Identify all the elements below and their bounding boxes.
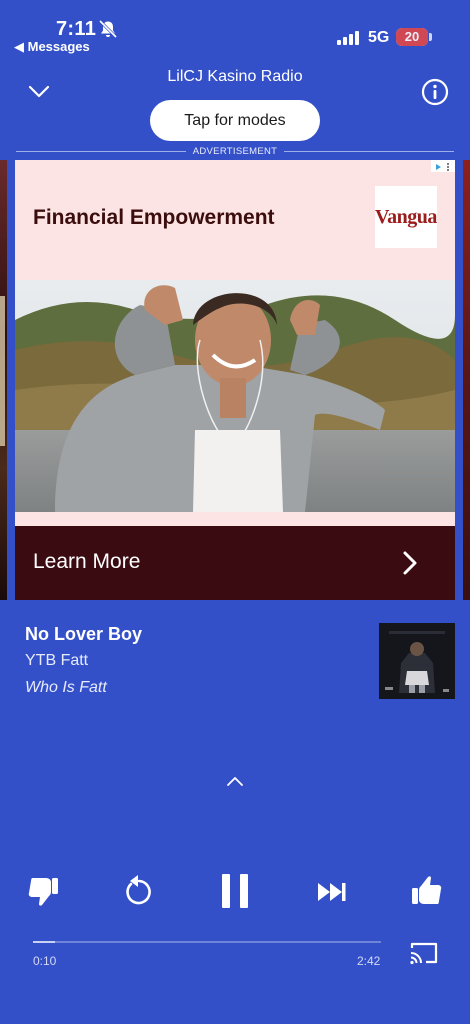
info-icon[interactable] bbox=[421, 78, 449, 106]
battery-level: 20 bbox=[404, 29, 420, 44]
track-album[interactable]: Who Is Fatt bbox=[25, 679, 107, 697]
track-artist[interactable]: YTB Fatt bbox=[25, 652, 88, 670]
divider-left bbox=[16, 151, 186, 152]
chevron-right-icon bbox=[403, 551, 417, 575]
signal-icon bbox=[337, 31, 359, 45]
chevron-down-icon[interactable] bbox=[26, 82, 52, 102]
album-art[interactable] bbox=[379, 623, 455, 699]
cast-icon[interactable] bbox=[408, 940, 440, 966]
ad-logo-text: Vangua bbox=[375, 206, 437, 228]
ad-logo[interactable]: Vangua bbox=[375, 186, 437, 248]
pause-icon[interactable] bbox=[212, 866, 258, 916]
bell-off-icon bbox=[98, 20, 118, 38]
adchoices-icon[interactable] bbox=[431, 160, 455, 172]
skip-next-icon[interactable] bbox=[312, 872, 352, 912]
chevron-up-icon[interactable] bbox=[225, 774, 245, 788]
status-time: 7:11 bbox=[56, 18, 97, 40]
battery-tip bbox=[429, 33, 432, 41]
total-duration: 2:42 bbox=[357, 954, 381, 968]
advertisement-label: ADVERTISEMENT bbox=[192, 146, 278, 157]
ad-card[interactable]: Financial Empowerment Vangua Learn More bbox=[15, 160, 455, 600]
track-title[interactable]: No Lover Boy bbox=[25, 624, 142, 645]
replay-icon[interactable] bbox=[119, 872, 159, 912]
station-title: LilCJ Kasino Radio bbox=[167, 68, 303, 85]
previous-card-highlight bbox=[0, 296, 5, 446]
progress-thumb[interactable] bbox=[50, 937, 60, 947]
thumb-down-icon[interactable] bbox=[22, 874, 62, 910]
divider-right bbox=[284, 151, 454, 152]
modes-button[interactable]: Tap for modes bbox=[150, 100, 320, 141]
thumb-up-icon[interactable] bbox=[408, 872, 448, 908]
network-type: 5G bbox=[368, 29, 390, 46]
battery-indicator: 20 bbox=[396, 28, 428, 46]
back-to-messages[interactable]: ◀ Messages bbox=[14, 39, 90, 55]
elapsed-time: 0:10 bbox=[33, 954, 57, 968]
learn-more-label: Learn More bbox=[33, 550, 141, 573]
ad-headline[interactable]: Financial Empowerment bbox=[33, 206, 275, 230]
next-card-peek[interactable] bbox=[463, 160, 470, 600]
learn-more-button[interactable]: Learn More bbox=[15, 526, 455, 600]
progress-bar[interactable] bbox=[33, 941, 381, 943]
ad-image[interactable] bbox=[15, 280, 455, 512]
